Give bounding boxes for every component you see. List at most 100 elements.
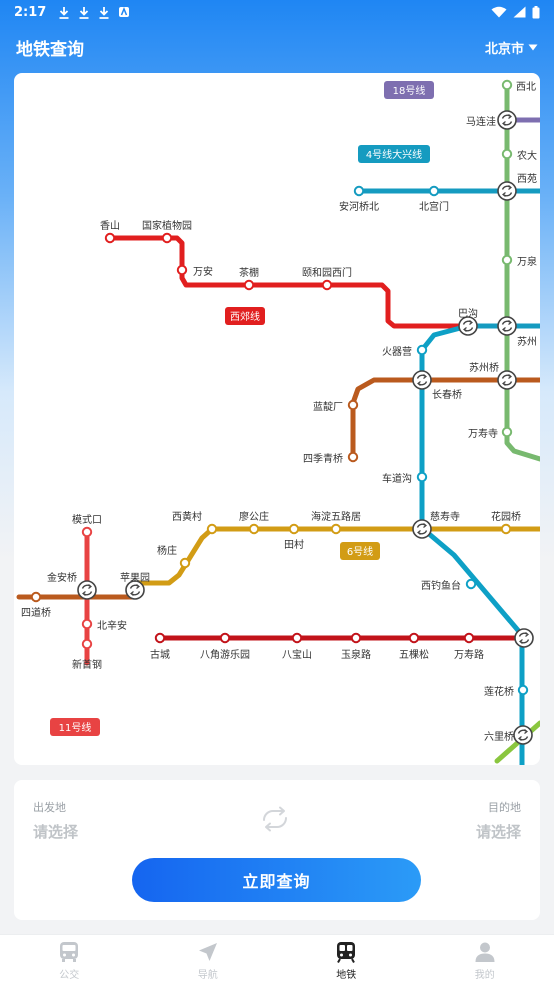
station-label-huayuanqiao: 花园桥 [491,510,521,523]
station-wanan[interactable] [176,264,188,276]
station-label-beigongmen: 北宫门 [419,200,449,213]
station-wanquan[interactable] [501,254,513,266]
station-wanshoulu[interactable] [463,632,475,644]
station-tiancun[interactable] [288,523,300,535]
station-label-malianwa: 马连洼 [466,115,496,128]
transfer-station-xier[interactable] [497,181,517,201]
station-label-liuliqiao: 六里桥 [484,731,514,743]
app-header: 地铁查询 北京市 [0,24,554,70]
station-xihuangcun[interactable] [206,523,218,535]
tab-profile[interactable]: 我的 [416,935,554,986]
station-xinshougang[interactable] [81,638,93,650]
station-zhiwuyuan[interactable] [161,232,173,244]
origin-field[interactable]: 出发地 请选择 [33,799,78,842]
line-badge-line18[interactable]: 18号线 [384,81,434,99]
bottom-tab-bar: 公交 导航 地铁 我的 [0,934,554,986]
swap-stations-button[interactable] [258,805,292,833]
station-babaoshan[interactable] [291,632,303,644]
download-icon [59,6,69,19]
station-huayuanqiao[interactable] [500,523,512,535]
tab-bus[interactable]: 公交 [0,935,139,986]
station-label-landianchang: 蓝靛厂 [313,400,343,413]
station-xiyuan_top[interactable] [501,79,513,91]
tab-subway-label: 地铁 [336,969,357,981]
status-system-icons [491,5,540,19]
station-moshikou[interactable] [81,526,93,538]
station-label-xiangshan: 香山 [100,220,120,232]
station-label-xiyuan_top: 西北 [516,81,536,93]
transfer-station-suzhouqiao[interactable] [497,370,517,390]
station-bajiao[interactable] [219,632,231,644]
station-label-gucheng: 古城 [150,648,170,661]
station-label-wukesong: 五棵松 [399,648,429,661]
svg-text:4号线大兴线: 4号线大兴线 [366,148,422,161]
signal-icon [513,6,526,18]
station-label-beixinan: 北辛安 [97,619,127,632]
station-label-siji: 四季青桥 [303,452,343,465]
city-selector[interactable]: 北京市 [485,38,538,57]
transfer-station-cishousi[interactable] [412,519,432,539]
transfer-station-jinanqiao[interactable] [77,580,97,600]
destination-select[interactable]: 请选择 [476,821,521,842]
transfer-station-suzhoujie[interactable] [497,316,517,336]
station-yangzhuang[interactable] [179,557,191,569]
station-xidiaoyutai[interactable] [465,578,477,590]
transfer-station-junbowuguan[interactable] [514,628,534,648]
station-siji[interactable] [347,451,359,463]
query-button[interactable]: 立即查询 [132,858,421,902]
city-name: 北京市 [484,41,524,57]
station-anheqiaobei[interactable] [353,185,365,197]
station-lianhuaqiao[interactable] [517,684,529,696]
app-notification-icon [119,6,130,17]
station-sidaoqiao[interactable] [30,591,42,603]
svg-text:西郊线: 西郊线 [230,310,260,323]
transfer-station-changchunqiao[interactable] [412,370,432,390]
origin-select[interactable]: 请选择 [33,821,78,842]
line-green-north [504,82,540,462]
station-label-wanquan: 万泉 [517,255,537,268]
svg-text:18号线: 18号线 [393,84,426,97]
station-chapeng[interactable] [243,279,255,291]
line-badge-line11[interactable]: 11号线 [50,718,100,736]
tab-bus-label: 公交 [59,969,80,981]
station-chedaogou[interactable] [416,471,428,483]
station-wanshousi[interactable] [501,426,513,438]
transfer-station-liuliqiao[interactable] [513,725,533,745]
subway-map[interactable]: 西北 马连洼 农大 西苑 安河桥北 北宫门 万泉 香山 国家植物园 万安 茶棚 颐和园西门 巴沟 苏州 火器… [14,73,540,765]
download-icon [79,6,89,19]
destination-field[interactable]: 目的地 请选择 [476,799,521,842]
tab-navigation[interactable]: 导航 [139,935,278,986]
station-xiangshan[interactable] [104,232,116,244]
origin-label: 出发地 [33,801,66,814]
caret-down-icon [528,44,538,50]
station-label-huoqiying: 火器营 [382,345,412,358]
station-haidianwulu[interactable] [330,523,342,535]
user-icon [475,942,495,962]
transfer-station-malianwa[interactable] [497,110,517,130]
status-notifications [58,6,130,19]
station-beigongmen[interactable] [428,185,440,197]
station-landianchang[interactable] [347,399,359,411]
station-label-pingguoyuan: 苹果园 [120,571,150,584]
station-beixinan[interactable] [81,618,93,630]
subway-map-canvas[interactable]: 西北马连洼农大西苑安河桥北 北宫门万泉 香山 国家植物园万安 茶棚 颐和园西门巴沟苏州火器… [14,73,540,765]
station-label-jinanqiao: 金安桥 [47,571,77,584]
tab-subway[interactable]: 地铁 [277,935,416,986]
station-wukesong[interactable] [408,632,420,644]
station-yiheyuan[interactable] [321,279,333,291]
station-gucheng[interactable] [154,632,166,644]
line-badge-xijiao[interactable]: 西郊线 [225,307,265,325]
station-yuquanlu[interactable] [350,632,362,644]
station-nongda[interactable] [501,148,513,160]
bus-icon [60,941,79,962]
station-liaogongzhuang[interactable] [248,523,260,535]
status-time: 2:17 [14,4,47,20]
station-huoqiying[interactable] [416,344,428,356]
station-label-chapeng: 茶棚 [239,266,259,279]
line-badge-line4-daxing[interactable]: 4号线大兴线 [358,145,430,163]
station-label-xinshougang: 新首钢 [72,658,102,671]
line-badge-line6[interactable]: 6号线 [340,542,380,560]
station-label-anheqiaobei: 安河桥北 [339,200,379,213]
station-label-zhiwuyuan: 国家植物园 [142,219,192,232]
station-label-babaoshan: 八宝山 [282,648,312,661]
